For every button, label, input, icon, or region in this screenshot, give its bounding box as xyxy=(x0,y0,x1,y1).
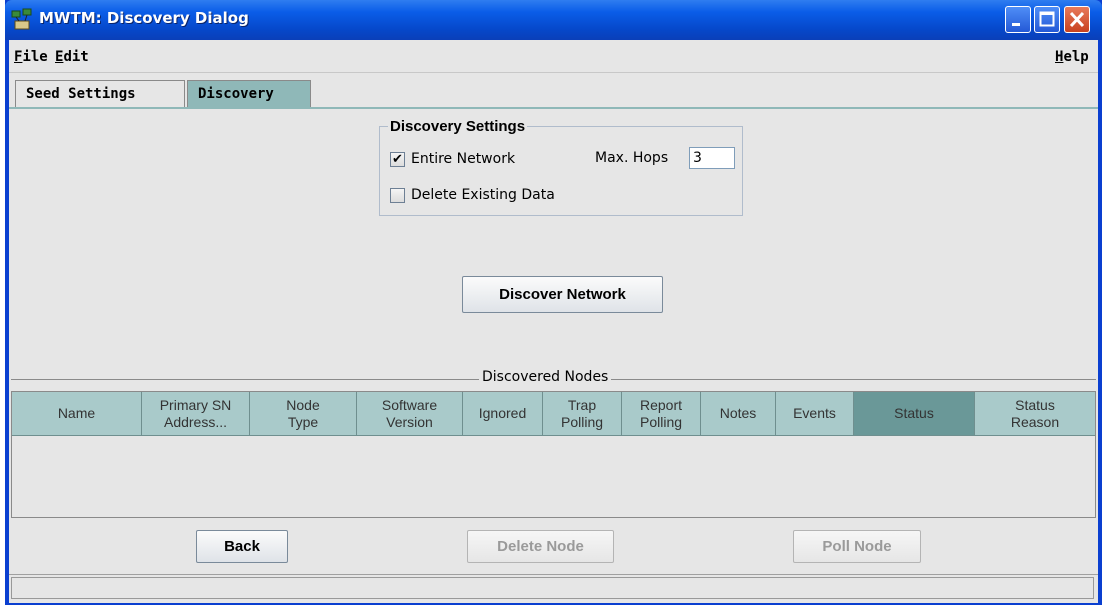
menu-file[interactable]: File xyxy=(14,49,48,65)
discovered-nodes-title: Discovered Nodes xyxy=(479,369,612,385)
window-title: MWTM: Discovery Dialog xyxy=(39,9,249,27)
column-status-reason[interactable]: Status Reason xyxy=(975,392,1095,436)
tab-seed-settings[interactable]: Seed Settings xyxy=(15,80,185,107)
status-bar xyxy=(9,574,1098,603)
tab-discovery[interactable]: Discovery xyxy=(187,80,311,107)
discover-network-button[interactable]: Discover Network xyxy=(462,276,663,313)
column-node-type[interactable]: Node Type xyxy=(250,392,357,436)
menu-edit[interactable]: Edit xyxy=(55,49,89,65)
discovery-settings-group: Discovery Settings ✔ Entire Network Delet… xyxy=(379,118,743,216)
close-button[interactable] xyxy=(1064,6,1090,33)
entire-network-option[interactable]: ✔ Entire Network xyxy=(390,151,515,167)
poll-node-button[interactable]: Poll Node xyxy=(793,530,921,563)
column-name[interactable]: Name xyxy=(12,392,142,436)
delete-node-button[interactable]: Delete Node xyxy=(467,530,614,563)
column-status[interactable]: Status xyxy=(854,392,975,436)
menu-file-rest: ile xyxy=(22,49,48,65)
delete-existing-option[interactable]: Delete Existing Data xyxy=(390,187,555,203)
column-report-polling[interactable]: Report Polling xyxy=(622,392,701,436)
discovered-nodes-table: Name Primary SN Address... Node Type Sof… xyxy=(11,391,1096,518)
entire-network-checkbox[interactable]: ✔ xyxy=(390,151,405,167)
discovery-settings-title: Discovery Settings xyxy=(388,118,528,135)
column-trap-polling[interactable]: Trap Polling xyxy=(543,392,622,436)
app-window: MWTM: Discovery Dialog File Edit Help Se… xyxy=(5,0,1102,605)
column-ignored[interactable]: Ignored xyxy=(463,392,543,436)
max-hops-label: Max. Hops xyxy=(595,150,669,166)
close-icon xyxy=(1069,11,1085,28)
delete-existing-label: Delete Existing Data xyxy=(411,187,555,203)
menu-help[interactable]: Help xyxy=(1055,49,1089,65)
column-primary-sn-address[interactable]: Primary SN Address... xyxy=(142,392,250,436)
maximize-button[interactable] xyxy=(1034,6,1060,33)
tab-strip: Seed Settings Discovery xyxy=(9,73,1098,107)
status-text xyxy=(11,577,1094,599)
delete-existing-checkbox[interactable] xyxy=(390,187,405,203)
menu-bar: File Edit Help xyxy=(9,40,1098,73)
table-header: Name Primary SN Address... Node Type Sof… xyxy=(12,392,1095,436)
column-software-version[interactable]: Software Version xyxy=(357,392,463,436)
title-bar[interactable]: MWTM: Discovery Dialog xyxy=(5,0,1102,40)
menu-edit-rest: dit xyxy=(63,49,89,65)
minimize-button[interactable] xyxy=(1005,6,1031,33)
max-hops-input[interactable] xyxy=(689,147,735,169)
table-body[interactable] xyxy=(12,436,1095,517)
back-button[interactable]: Back xyxy=(196,530,288,563)
entire-network-label: Entire Network xyxy=(411,151,516,167)
column-notes[interactable]: Notes xyxy=(701,392,776,436)
column-events[interactable]: Events xyxy=(776,392,854,436)
minimize-icon xyxy=(1012,23,1020,26)
dialog-client-area: File Edit Help Seed Settings Discovery D… xyxy=(9,40,1098,604)
maximize-icon xyxy=(1039,11,1055,27)
menu-help-rest: elp xyxy=(1063,49,1089,65)
discovery-panel: Discovery Settings ✔ Entire Network Delet… xyxy=(9,107,1098,604)
network-app-icon xyxy=(11,8,32,30)
